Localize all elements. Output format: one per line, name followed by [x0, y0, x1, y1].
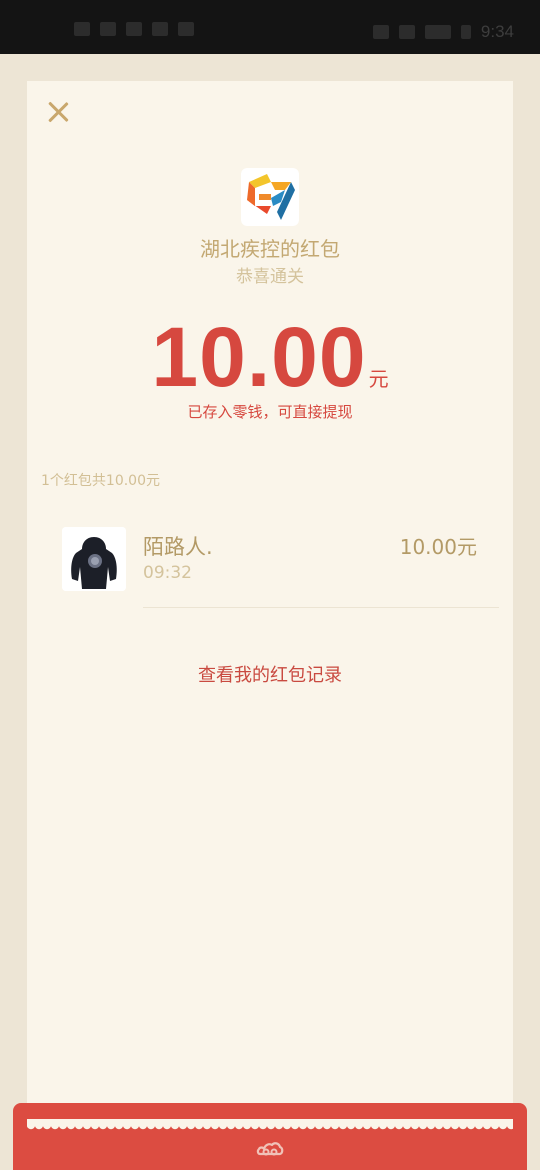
nfc-icon: [74, 22, 90, 36]
amount-value: 10.00: [151, 310, 367, 404]
amount-unit: 元: [368, 367, 389, 391]
data-speed-icon: [152, 22, 168, 36]
list-item[interactable]: 陌路人. 09:32 10.00元: [27, 525, 513, 609]
eye-icon: [372, 25, 389, 39]
status-right-icons: 9:34: [372, 22, 514, 42]
hoodie-avatar-icon: [62, 527, 126, 591]
cloud-swirl-icon[interactable]: [256, 1136, 284, 1160]
wifi-icon: [126, 22, 142, 36]
record-amount: 10.00元: [399, 535, 477, 559]
amount-note[interactable]: 已存入零钱，可直接提现: [27, 401, 513, 422]
status-bar: 9:34: [0, 0, 540, 54]
mute-icon: [398, 25, 415, 39]
record-divider: [143, 607, 499, 608]
record-time: 09:32: [143, 563, 192, 583]
charging-icon: [460, 25, 471, 39]
close-icon[interactable]: [43, 97, 73, 127]
scallop-edge: [27, 1119, 513, 1130]
status-left-icons: [74, 22, 194, 36]
avatar[interactable]: [62, 527, 126, 591]
battery-icon: [424, 25, 451, 39]
signal-icon: [100, 22, 116, 36]
hourglass-icon: [178, 22, 194, 36]
greeting-subtitle: 恭喜通关: [236, 267, 304, 287]
red-packet-detail-card: 湖北疾控的红包 恭喜通关 10.00 元 已存入零钱，可直接提现 1个红包共10.…: [27, 81, 513, 1128]
packet-summary: 1个红包共10.00元: [41, 473, 160, 489]
view-history-link[interactable]: 查看我的红包记录: [27, 661, 513, 687]
amount-display: 10.00 元: [27, 309, 513, 405]
record-name: 陌路人.: [143, 535, 213, 559]
status-time: 9:34: [480, 22, 514, 41]
sender-title: 湖北疾控的红包: [200, 237, 340, 261]
hubei-cdc-logo-icon: [241, 168, 299, 226]
